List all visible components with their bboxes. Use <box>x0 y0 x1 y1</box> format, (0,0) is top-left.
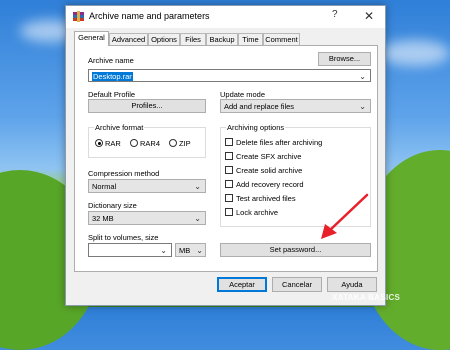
checkbox-solid-archive[interactable] <box>225 166 233 174</box>
help-button[interactable]: Ayuda <box>327 277 377 292</box>
split-volumes-label: Split to volumes, size <box>88 233 159 242</box>
watermark: XATAKA BASICS <box>332 293 401 302</box>
checkbox-lock-archive[interactable] <box>225 208 233 216</box>
checkbox-solid-archive-label[interactable]: Create solid archive <box>236 166 302 175</box>
radio-zip-label[interactable]: ZIP <box>179 139 191 148</box>
browse-button[interactable]: Browse... <box>318 52 371 66</box>
chevron-down-icon: ⌄ <box>194 214 201 223</box>
checkbox-test-files-label[interactable]: Test archived files <box>236 194 296 203</box>
red-arrow-annotation <box>321 193 369 239</box>
tab-files[interactable]: Files <box>180 33 206 45</box>
archive-parameters-dialog: Archive name and parameters ? ✕ General … <box>65 5 386 306</box>
compression-method-select[interactable]: Normal ⌄ <box>88 179 206 193</box>
compression-method-label: Compression method <box>88 169 160 178</box>
checkbox-create-sfx[interactable] <box>225 152 233 160</box>
radio-rar[interactable] <box>95 139 103 147</box>
general-panel: Archive name Browse... Desktop.rar ⌄ Def… <box>74 45 378 272</box>
radio-rar4-label[interactable]: RAR4 <box>140 139 160 148</box>
tab-general[interactable]: General <box>74 31 109 46</box>
chevron-down-icon: ⌄ <box>196 246 203 255</box>
chevron-down-icon[interactable]: ⌄ <box>359 72 366 81</box>
ok-button[interactable]: Aceptar <box>217 277 267 292</box>
checkbox-test-files[interactable] <box>225 194 233 202</box>
update-mode-select[interactable]: Add and replace files ⌄ <box>220 99 371 113</box>
archiving-options-label: Archiving options <box>226 123 286 132</box>
chevron-down-icon[interactable]: ⌄ <box>160 246 167 255</box>
chevron-down-icon: ⌄ <box>194 182 201 191</box>
title-bar[interactable]: Archive name and parameters ? ✕ <box>66 6 385 28</box>
archive-name-value: Desktop.rar <box>92 72 133 81</box>
help-icon[interactable]: ? <box>332 9 338 20</box>
compression-method-value: Normal <box>92 182 117 191</box>
tab-advanced[interactable]: Advanced <box>109 33 148 45</box>
split-unit-select[interactable]: MB ⌄ <box>175 243 206 257</box>
tab-comment[interactable]: Comment <box>263 33 300 45</box>
set-password-button[interactable]: Set password... <box>220 243 371 257</box>
archive-format-label: Archive format <box>94 123 145 132</box>
radio-zip[interactable] <box>169 139 177 147</box>
checkbox-delete-files[interactable] <box>225 138 233 146</box>
tab-time[interactable]: Time <box>238 33 263 45</box>
checkbox-create-sfx-label[interactable]: Create SFX archive <box>236 152 301 161</box>
checkbox-recovery-record[interactable] <box>225 180 233 188</box>
chevron-down-icon: ⌄ <box>359 102 366 111</box>
update-mode-label: Update mode <box>220 90 266 99</box>
archive-name-field[interactable]: Desktop.rar ⌄ <box>88 69 371 82</box>
default-profile-label: Default Profile <box>88 90 136 99</box>
checkbox-delete-files-label[interactable]: Delete files after archiving <box>236 138 322 147</box>
split-volumes-field[interactable]: ⌄ <box>88 243 172 257</box>
profiles-button[interactable]: Profiles... <box>88 99 206 113</box>
archive-format-group: Archive format RAR RAR4 ZIP <box>88 123 206 158</box>
dictionary-size-value: 32 MB <box>92 214 114 223</box>
split-unit-value: MB <box>179 246 191 255</box>
archive-name-label: Archive name <box>88 56 134 65</box>
tab-backup[interactable]: Backup <box>206 33 238 45</box>
dictionary-size-label: Dictionary size <box>88 201 137 210</box>
window-title: Archive name and parameters <box>89 11 210 21</box>
dictionary-size-select[interactable]: 32 MB ⌄ <box>88 211 206 225</box>
radio-rar-label[interactable]: RAR <box>105 139 121 148</box>
radio-rar4[interactable] <box>130 139 138 147</box>
winrar-icon <box>73 11 84 22</box>
tab-options[interactable]: Options <box>148 33 180 45</box>
checkbox-lock-archive-label[interactable]: Lock archive <box>236 208 278 217</box>
checkbox-recovery-record-label[interactable]: Add recovery record <box>236 180 304 189</box>
update-mode-value: Add and replace files <box>224 102 295 111</box>
close-icon[interactable]: ✕ <box>358 8 380 24</box>
cancel-button[interactable]: Cancelar <box>272 277 322 292</box>
